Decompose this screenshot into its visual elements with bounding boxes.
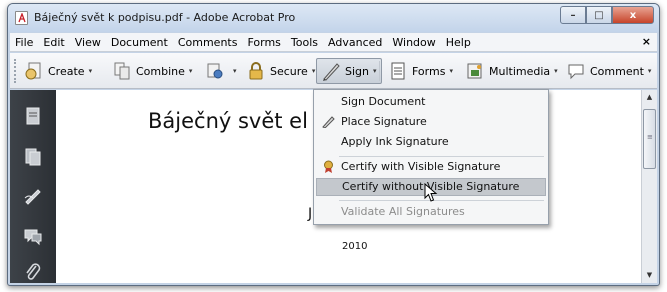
menu-advanced[interactable]: Advanced	[328, 36, 382, 49]
create-icon	[25, 62, 41, 80]
comment-label: Comment	[590, 64, 644, 78]
chevron-down-icon: ▾	[373, 67, 377, 75]
menu-comments[interactable]: Comments	[178, 36, 238, 49]
pen-icon	[323, 63, 340, 81]
scroll-down-button[interactable]: ▼	[642, 268, 657, 283]
mouse-cursor-icon	[424, 183, 438, 202]
multimedia-button[interactable]: Multimedia ▾	[465, 61, 558, 81]
comment-button[interactable]: Comment ▾	[566, 61, 651, 81]
menu-help[interactable]: Help	[446, 36, 471, 49]
menu-separator	[339, 156, 544, 157]
navigation-pane	[10, 90, 56, 283]
secure-button[interactable]: Secure ▾	[246, 61, 315, 81]
maximize-button[interactable]: □	[586, 6, 612, 24]
sign-label: Sign	[345, 64, 369, 78]
lock-icon	[249, 62, 263, 80]
chevron-down-icon: ▾	[233, 67, 237, 75]
document-year-text: 2010	[342, 241, 368, 252]
scrollbar-thumb[interactable]: ≡	[643, 109, 656, 169]
chevron-down-icon: ▾	[88, 67, 93, 75]
window-title: Báječný svět k podpisu.pdf - Adobe Acrob…	[34, 11, 296, 24]
minimize-button[interactable]: –	[560, 6, 586, 24]
document-body-text: J	[308, 206, 313, 222]
create-button[interactable]: Create ▾	[24, 61, 92, 81]
menu-certify-visible[interactable]: Certify with Visible Signature	[316, 158, 546, 176]
sign-menu: Sign Document Place Signature Apply Ink …	[313, 89, 549, 225]
menu-edit[interactable]: Edit	[43, 36, 64, 49]
forms-label: Forms	[412, 64, 446, 78]
acrobat-app-icon[interactable]	[15, 11, 28, 25]
paperclip-icon[interactable]	[24, 262, 42, 282]
menu-place-signature-label: Place Signature	[341, 115, 427, 128]
multimedia-label: Multimedia	[489, 64, 551, 78]
chevron-down-icon: ▾	[554, 67, 558, 75]
title-bar[interactable]: Báječný svět k podpisu.pdf - Adobe Acrob…	[8, 4, 659, 32]
create-label: Create	[48, 64, 85, 78]
menu-file[interactable]: File	[15, 36, 33, 49]
chevron-down-icon: ▾	[311, 67, 316, 75]
secure-label: Secure	[270, 64, 308, 78]
forms-icon	[391, 62, 405, 80]
scroll-up-button[interactable]: ▲	[642, 90, 657, 105]
menu-apply-ink-signature[interactable]: Apply Ink Signature	[316, 133, 546, 151]
menu-validate-all[interactable]: Validate All Signatures	[316, 203, 546, 221]
pages-icon[interactable]	[24, 106, 42, 126]
menu-certify-visible-label: Certify with Visible Signature	[341, 160, 501, 173]
close-document-button[interactable]: ×	[642, 35, 651, 48]
combine-label: Combine	[136, 64, 185, 78]
menu-separator	[339, 200, 544, 201]
attachments-icon[interactable]	[24, 146, 42, 166]
vertical-scrollbar[interactable]: ▲ ≡ ▼	[641, 90, 657, 283]
comments-icon[interactable]	[24, 226, 42, 246]
pen-icon	[322, 116, 335, 128]
sign-button[interactable]: Sign ▾	[316, 58, 382, 84]
menu-view[interactable]: View	[75, 36, 101, 49]
menu-place-signature[interactable]: Place Signature	[316, 113, 546, 131]
close-button[interactable]: x	[612, 6, 654, 24]
menu-bar: File Edit View Document Comments Forms T…	[10, 33, 657, 52]
collaborate-button[interactable]: ▾	[205, 61, 237, 81]
comment-icon	[568, 64, 584, 80]
toolbar-grip[interactable]	[14, 59, 17, 83]
ribbon-icon	[324, 160, 333, 173]
menu-tools[interactable]: Tools	[291, 36, 318, 49]
menu-sign-document[interactable]: Sign Document	[316, 93, 546, 111]
chevron-down-icon: ▾	[647, 67, 652, 75]
toolbar-separator	[379, 61, 380, 81]
menu-forms[interactable]: Forms	[247, 36, 280, 49]
document-title-text: Báječný svět el	[148, 109, 308, 133]
multimedia-icon	[467, 63, 482, 79]
combine-button[interactable]: Combine ▾	[112, 61, 192, 81]
collaborate-icon	[207, 63, 223, 79]
chevron-down-icon: ▾	[188, 67, 193, 75]
forms-button[interactable]: Forms ▾	[388, 61, 453, 81]
signatures-icon[interactable]	[24, 186, 42, 206]
task-toolbar: Create ▾ Combine ▾ ▾ Secure ▾ Sign ▾ Forms ▾ …	[10, 53, 657, 89]
chevron-down-icon: ▾	[449, 67, 453, 75]
combine-icon	[114, 62, 130, 80]
menu-window[interactable]: Window	[392, 36, 435, 49]
menu-document[interactable]: Document	[111, 36, 168, 49]
